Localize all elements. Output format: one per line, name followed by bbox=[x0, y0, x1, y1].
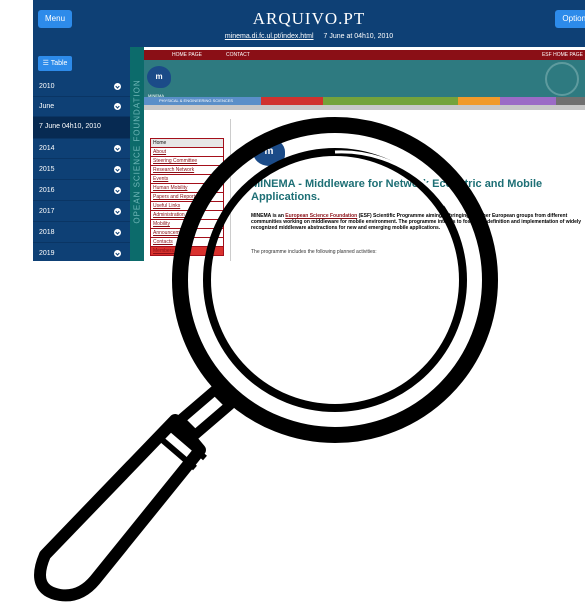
contact-link[interactable]: CONTACT bbox=[226, 52, 250, 58]
sidebar-year-2017[interactable]: 2017 bbox=[33, 202, 130, 222]
table-icon: ☰ bbox=[42, 60, 49, 67]
divider bbox=[144, 105, 585, 110]
color-segment bbox=[556, 97, 585, 105]
sidebar-item-label: June bbox=[39, 103, 55, 110]
nav-item[interactable]: Members Only bbox=[150, 246, 224, 256]
esf-vertical-text: OPEAN SCIENCE FOUNDATION bbox=[132, 79, 142, 224]
sidebar-item-label: 2018 bbox=[39, 229, 55, 236]
esf-home-link[interactable]: ESF HOME PAGE bbox=[542, 52, 583, 58]
chevron-down-icon bbox=[114, 229, 121, 236]
table-view-label: Table bbox=[50, 60, 68, 67]
sidebar-item-label: 2017 bbox=[39, 208, 55, 215]
chevron-down-icon bbox=[114, 187, 121, 194]
sidebar-year-2010[interactable]: 2010 bbox=[33, 77, 130, 97]
sidebar-item-label: 7 June 04h10, 2010 bbox=[39, 123, 101, 130]
chevron-down-icon bbox=[114, 208, 121, 215]
archived-url-row: minema.di.fc.ul.pt/index.html 7 June at … bbox=[33, 33, 585, 40]
color-segment bbox=[261, 97, 323, 105]
esf-emblem-icon bbox=[545, 62, 579, 96]
chevron-down-icon bbox=[114, 83, 121, 90]
sidebar-year-2015[interactable]: 2015 bbox=[33, 160, 130, 180]
sidebar-item-label: 2014 bbox=[39, 145, 55, 152]
color-segment bbox=[323, 97, 458, 105]
sidebar-year-2014[interactable]: 2014 bbox=[33, 139, 130, 159]
chevron-down-icon bbox=[114, 166, 121, 173]
sidebar-version-selected[interactable]: 7 June 04h10, 2010 bbox=[33, 117, 130, 139]
chevron-down-icon bbox=[114, 145, 121, 152]
table-view-button[interactable]: ☰ Table bbox=[38, 56, 72, 71]
archived-date: 7 June at 04h10, 2010 bbox=[323, 33, 394, 40]
minema-logo: m bbox=[147, 66, 171, 88]
sidebar-month-june[interactable]: June bbox=[33, 97, 130, 117]
vertical-strip: OPEAN SCIENCE FOUNDATION bbox=[130, 47, 144, 261]
sidebar-year-2016[interactable]: 2016 bbox=[33, 181, 130, 201]
sidebar-year-2019[interactable]: 2019 bbox=[33, 244, 130, 264]
pes-label: PHYSICAL & ENGINEERING SCIENCES bbox=[144, 97, 261, 105]
minema-logo-large: m bbox=[253, 138, 285, 166]
archived-url-link[interactable]: minema.di.fc.ul.pt/index.html bbox=[225, 33, 314, 40]
intro-paragraph: MINEMA is an European Science Foundation… bbox=[251, 213, 585, 231]
sidebar-item-label: 2016 bbox=[39, 187, 55, 194]
color-segment bbox=[458, 97, 500, 105]
arquivo-header: Menu ARQUIVO.PT Options minema.di.fc.ul.… bbox=[33, 0, 585, 47]
sidebar-item-label: 2015 bbox=[39, 166, 55, 173]
sidebar-item-label: 2010 bbox=[39, 83, 55, 90]
minema-nav: Home About Steering Committee Research N… bbox=[150, 138, 224, 256]
archived-page-frame: OPEAN SCIENCE FOUNDATION HOME PAGE CONTA… bbox=[130, 47, 585, 261]
arquivo-logo[interactable]: ARQUIVO.PT bbox=[33, 9, 585, 29]
planned-activities-text: The programme includes the following pla… bbox=[251, 249, 377, 255]
chevron-down-icon bbox=[114, 103, 121, 110]
home-page-link[interactable]: HOME PAGE bbox=[172, 52, 202, 58]
esf-top-nav: HOME PAGE CONTACT ESF HOME PAGE bbox=[144, 50, 585, 60]
options-button[interactable]: Options bbox=[555, 10, 585, 28]
color-bar: PHYSICAL & ENGINEERING SCIENCES bbox=[144, 97, 585, 105]
sidebar-year-2018[interactable]: 2018 bbox=[33, 223, 130, 243]
version-sidebar: ☰ Table 2010 June 7 June 04h10, 2010 201… bbox=[33, 47, 130, 261]
chevron-down-icon bbox=[114, 250, 121, 257]
color-segment bbox=[500, 97, 556, 105]
page-title: MINEMA - Middleware for Network Eccentri… bbox=[251, 178, 543, 203]
minema-content: m MINEMA - Middleware for Network Eccent… bbox=[230, 119, 585, 261]
sidebar-item-label: 2019 bbox=[39, 250, 55, 257]
